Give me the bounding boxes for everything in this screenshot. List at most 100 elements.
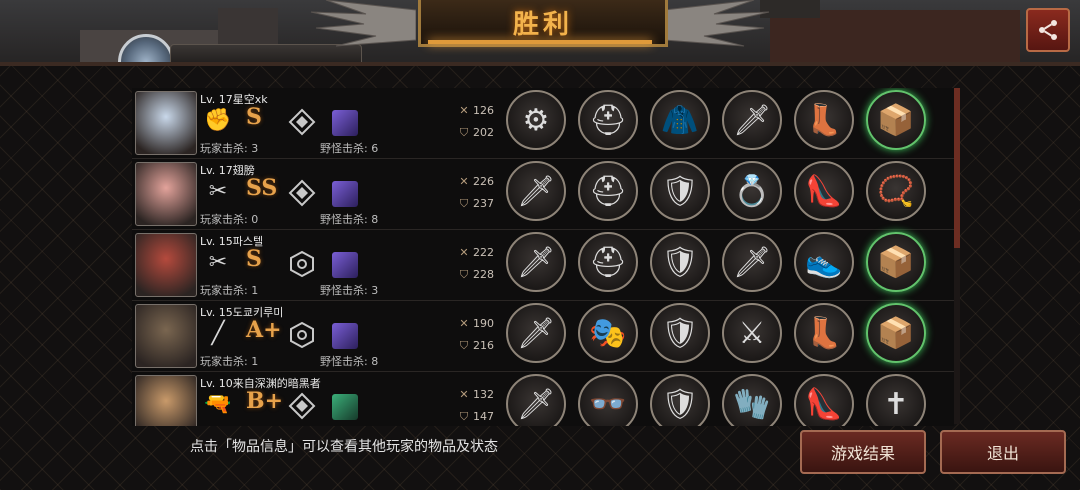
blue-rifle-icon[interactable]: 🗡 [506,374,566,426]
armor-icon[interactable]: 🧥 [650,90,710,150]
armor-icon[interactable]: 🛡 [650,303,710,363]
attack-value: 222 [473,246,494,259]
crossed-swords-icon: ✕ [459,317,469,330]
attack-value: 132 [473,388,494,401]
crossed-swords-icon: ✕ [459,104,469,117]
treasure-box-icon[interactable]: 📦 [866,232,926,292]
crossed-swords-icon: ✕ [459,246,469,259]
shield-icon: ⛉ [459,126,469,139]
monster-kills: 野怪击杀: 6 [320,142,379,155]
player-portrait[interactable] [135,233,197,297]
attack-stat: ✕ 226 [458,175,494,188]
player-portrait[interactable] [135,162,197,226]
boots-icon[interactable]: 👢 [794,90,854,150]
shield-icon: ⛉ [459,268,469,281]
player-row[interactable]: Lv. 17星空xk ✊ S 玩家击杀: 3 野怪击杀: 6 ✕ 126 ⛉ 202 ⚙ ⛑ 🧥 🗡 👢 📦 [132,88,954,159]
dark-helmet-icon[interactable]: ⛑ [578,232,638,292]
player-kills: 玩家击杀: 1 [200,284,259,297]
white-armor-icon[interactable]: 🛡 [650,374,710,426]
hex-emblem-icon [290,250,314,278]
scrollbar-thumb[interactable] [954,88,960,248]
brass-knuckles-icon[interactable]: ⚙ [506,90,566,150]
purple-beast-icon [332,110,358,136]
shield-icon: ⛉ [459,197,469,210]
attack-stat: ✕ 132 [458,388,494,401]
player-list[interactable]: Lv. 17星空xk ✊ S 玩家击杀: 3 野怪击杀: 6 ✕ 126 ⛉ 202 ⚙ ⛑ 🧥 🗡 👢 📦… [132,88,954,426]
monster-kills: 野怪击杀: 3 [320,284,379,297]
crossed-swords-icon: ✕ [459,175,469,188]
gold-gauntlet-icon[interactable]: 💍 [722,161,782,221]
treasure-box-icon[interactable]: 📦 [866,303,926,363]
bat-icon: ╱ [211,321,225,346]
hex-emblem-icon [290,321,314,349]
player-portrait[interactable] [135,91,197,155]
player-kills: 玩家击杀: 3 [200,142,259,155]
share-icon [1039,20,1057,40]
bracer-icon[interactable]: 🧤 [722,374,782,426]
shield-icon: ⛉ [459,410,469,423]
attack-value: 226 [473,175,494,188]
banner-glow [428,40,652,44]
attack-stat: ✕ 126 [458,104,494,117]
defense-stat: ⛉ 228 [458,268,494,282]
monster-kills: 野怪击杀: 8 [320,213,379,226]
cross-icon[interactable]: ✝ [866,374,926,426]
attack-value: 126 [473,104,494,117]
defense-stat: ⛉ 216 [458,339,494,353]
treasure-box-icon[interactable]: 📦 [866,90,926,150]
item-info-hint: 点击「物品信息」可以查看其他玩家的物品及状态 [190,439,498,455]
rank-badge: SS [246,175,278,201]
game-results-button[interactable]: 游戏结果 [800,430,926,474]
rank-badge: S [246,246,262,272]
red-heels-icon[interactable]: 👠 [794,161,854,221]
armor-icon[interactable]: 🛡 [650,161,710,221]
rank-badge: S [246,104,262,130]
gold-blade-icon[interactable]: ⚔ [722,303,782,363]
monster-kills: 野怪击杀: 8 [320,355,379,368]
gauntlet-icon[interactable]: 🗡 [722,232,782,292]
player-row[interactable]: Lv. 17翅膀 ✂ SS 玩家击杀: 0 野怪击杀: 8 ✕ 226 ⛉ 237 🗡 ⛑ 🛡 💍 👠 📿 [132,159,954,230]
defense-value: 237 [473,197,494,210]
red-claw-icon[interactable]: 🗡 [506,303,566,363]
exit-button[interactable]: 退出 [940,430,1066,474]
left-wing-ornament [310,0,416,47]
building-silhouette [770,10,1020,64]
defense-stat: ⛉ 147 [458,410,494,424]
attack-stat: ✕ 190 [458,317,494,330]
gauntlet-icon[interactable]: 🗡 [722,90,782,150]
attack-stat: ✕ 222 [458,246,494,259]
dark-helmet-icon[interactable]: ⛑ [578,161,638,221]
share-button[interactable] [1026,8,1070,52]
glasses-icon[interactable]: 👓 [578,374,638,426]
tech-boots-icon[interactable]: 👟 [794,232,854,292]
helmet-icon[interactable]: ⛑ [578,90,638,150]
right-wing-ornament [664,0,770,47]
purple-beast-icon [332,181,358,207]
necklace-icon[interactable]: 📿 [866,161,926,221]
blue-sword-icon[interactable]: 🗡 [506,232,566,292]
red-sword-icon[interactable]: 🗡 [506,161,566,221]
player-portrait[interactable] [135,304,197,368]
rank-badge: A+ [246,317,282,343]
game-results-label: 游戏结果 [830,444,895,463]
player-row[interactable]: Lv. 10来自深渊的暗黑者 🔫 B+ ✕ 132 ⛉ 147 🗡 👓 🛡 🧤 👠 ✝ [132,372,954,426]
red-heels-icon[interactable]: 👠 [794,374,854,426]
shield-icon: ⛉ [459,339,469,352]
crossed-swords-icon: ✕ [459,388,469,401]
pistol-icon: 🔫 [204,392,232,417]
defense-value: 147 [473,410,494,423]
defense-stat: ⛉ 202 [458,126,494,140]
purple-armor-icon[interactable]: 🛡 [650,232,710,292]
player-row[interactable]: Lv. 15도쿄키루미 ╱ A+ 玩家击杀: 1 野怪击杀: 8 ✕ 190 ⛉ 216 🗡 🎭 🛡 ⚔… [132,301,954,372]
defense-value: 216 [473,339,494,352]
player-portrait[interactable] [135,375,197,426]
victory-title: 胜利 [512,9,573,40]
mask-icon[interactable]: 🎭 [578,303,638,363]
exit-label: 退出 [986,444,1019,463]
player-row[interactable]: Lv. 15파스텔 ✂ S 玩家击杀: 1 野怪击杀: 3 ✕ 222 ⛉ 228 🗡 ⛑ 🛡 🗡 👟 📦 [132,230,954,301]
boots-icon[interactable]: 👢 [794,303,854,363]
green-beast-icon [332,394,358,420]
player-kills: 玩家击杀: 1 [200,355,259,368]
scissors-blade-icon: ✂ [208,250,228,275]
purple-beast-icon [332,323,358,349]
